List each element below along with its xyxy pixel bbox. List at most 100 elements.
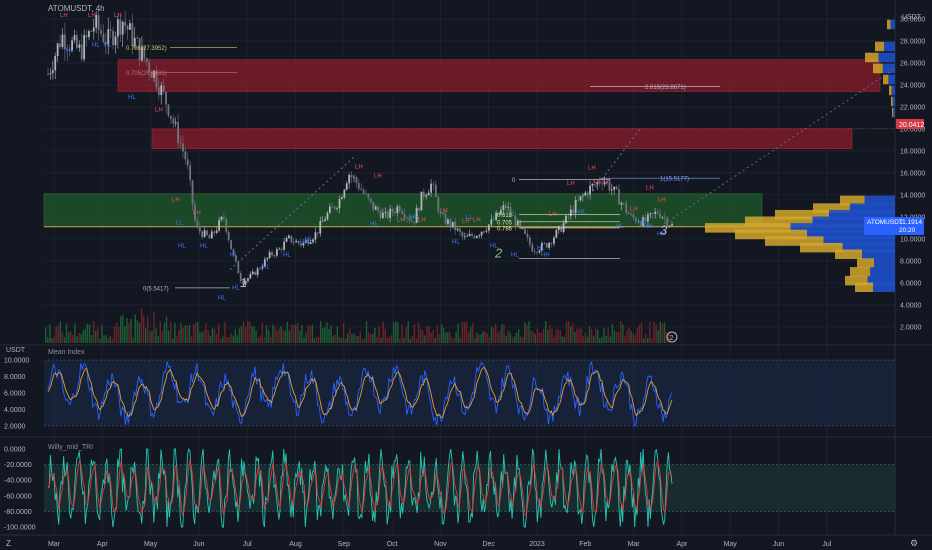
vp-gold-0 [887, 19, 891, 30]
candle-body-217 [569, 209, 572, 217]
candle-body-92 [268, 252, 271, 258]
volume-bar-172 [403, 337, 405, 343]
candle-body-201 [531, 244, 534, 252]
volume-bar-132 [320, 321, 322, 343]
volume-bar-275 [617, 332, 620, 343]
mean-index-panel [44, 359, 895, 428]
swing-label-44: HH [410, 215, 419, 221]
candle-body-176 [471, 234, 473, 236]
volume-bar-43 [134, 314, 136, 343]
volume-bar-244 [553, 336, 555, 343]
candle-body-128 [355, 177, 358, 183]
candle-body-198 [524, 228, 526, 235]
volume-bar-266 [599, 337, 601, 343]
volume-bar-66 [182, 327, 184, 343]
candle-body-250 [649, 213, 652, 215]
volume-bar-228 [520, 336, 522, 343]
y-tick-main-10: 10.0000 [900, 236, 925, 243]
candle-body-35 [131, 23, 134, 47]
candle-body-156 [422, 191, 425, 197]
volume-bar-74 [199, 331, 201, 343]
volume-bar-222 [507, 330, 509, 343]
volume-bar-125 [305, 332, 307, 343]
vp-gold-18 [850, 267, 871, 277]
volume-bar-180 [420, 328, 422, 343]
volume-bar-175 [409, 338, 411, 343]
volume-bar-190 [440, 323, 443, 343]
settings-button[interactable]: ⚙ [910, 538, 918, 548]
volume-bar-76 [203, 329, 205, 343]
volume-bar-218 [499, 330, 501, 343]
volume-bar-201 [463, 322, 466, 343]
candle-body-224 [586, 192, 589, 196]
volume-bar-131 [317, 336, 320, 343]
svg-text:Z: Z [6, 539, 11, 548]
volume-bar-294 [657, 330, 659, 343]
volume-bar-93 [238, 328, 241, 343]
candle-body-103 [295, 240, 298, 243]
volume-bar-239 [542, 328, 545, 343]
volume-bar-174 [407, 321, 409, 343]
swing-label-17: LH [374, 173, 382, 179]
swing-label-30: LH [567, 181, 575, 187]
volume-bar-71 [192, 324, 195, 343]
fib-label-0: 0.786(27.3952) [126, 46, 167, 52]
candle-body-173 [463, 236, 466, 238]
volume-bar-142 [340, 337, 343, 343]
candle-body-193 [512, 214, 514, 216]
volume-bar-13 [72, 334, 74, 343]
volume-bar-51 [151, 330, 153, 343]
candle-body-237 [618, 189, 620, 205]
volume-bar-274 [615, 331, 618, 343]
candle-body-130 [360, 188, 363, 190]
candle-body-211 [555, 230, 558, 238]
y-tick-osc2-4: -80.0000 [4, 509, 32, 516]
volume-bar-127 [309, 326, 311, 343]
candle-body-68 [210, 231, 213, 239]
y-tick-osc1-1: 8.0000 [4, 374, 26, 381]
x-tick-3: Jun [193, 541, 204, 548]
candle-body-191 [507, 207, 510, 208]
volume-bar-40 [128, 323, 130, 343]
candle-body-126 [350, 174, 353, 178]
volume-bar-123 [301, 325, 303, 343]
volume-bar-221 [505, 336, 507, 343]
swing-label-37: LH [658, 197, 666, 203]
candle-body-17 [88, 31, 90, 38]
volume-bar-262 [590, 329, 593, 343]
volume-bar-55 [159, 321, 161, 343]
volume-bar-56 [161, 330, 164, 343]
candle-body-50 [167, 104, 170, 116]
swing-label-45: HH [541, 252, 550, 258]
vp-gold-7 [892, 107, 894, 118]
volume-bar-148 [353, 333, 355, 343]
x-tick-12: Mar [628, 541, 641, 548]
zoom-reset-button[interactable]: Z [6, 539, 11, 548]
candle-body-213 [560, 226, 563, 232]
candle-body-216 [567, 215, 570, 217]
volume-bar-39 [126, 317, 128, 343]
volume-bar-285 [638, 324, 641, 343]
volume-bar-18 [82, 330, 84, 343]
swing-label-12: HL [230, 252, 238, 258]
candle-body-155 [420, 191, 423, 211]
volume-bar-49 [147, 316, 149, 343]
volume-bar-169 [397, 322, 399, 343]
candle-body-55 [179, 142, 182, 144]
volume-bar-75 [201, 332, 203, 343]
chart-canvas[interactable]: 0.786(27.3952) 0.705(25.1431) 2.618(23.867… [0, 0, 932, 550]
vp-gold-3 [873, 63, 883, 74]
volume-bar-252 [570, 326, 572, 343]
volume-bar-183 [426, 326, 428, 343]
candle-body-99 [285, 237, 288, 242]
candle-body-166 [447, 219, 449, 224]
volume-bar-112 [278, 328, 280, 343]
candle-body-47 [160, 85, 163, 96]
swing-label-16: LH [355, 165, 363, 171]
volume-bar-134 [324, 327, 326, 343]
y-tick-osc1-2: 6.0000 [4, 391, 26, 398]
volume-bar-100 [253, 326, 255, 343]
volume-bar-211 [484, 331, 486, 343]
y-tick-main-3: 24.0000 [900, 82, 925, 89]
volume-bar-109 [272, 324, 274, 343]
